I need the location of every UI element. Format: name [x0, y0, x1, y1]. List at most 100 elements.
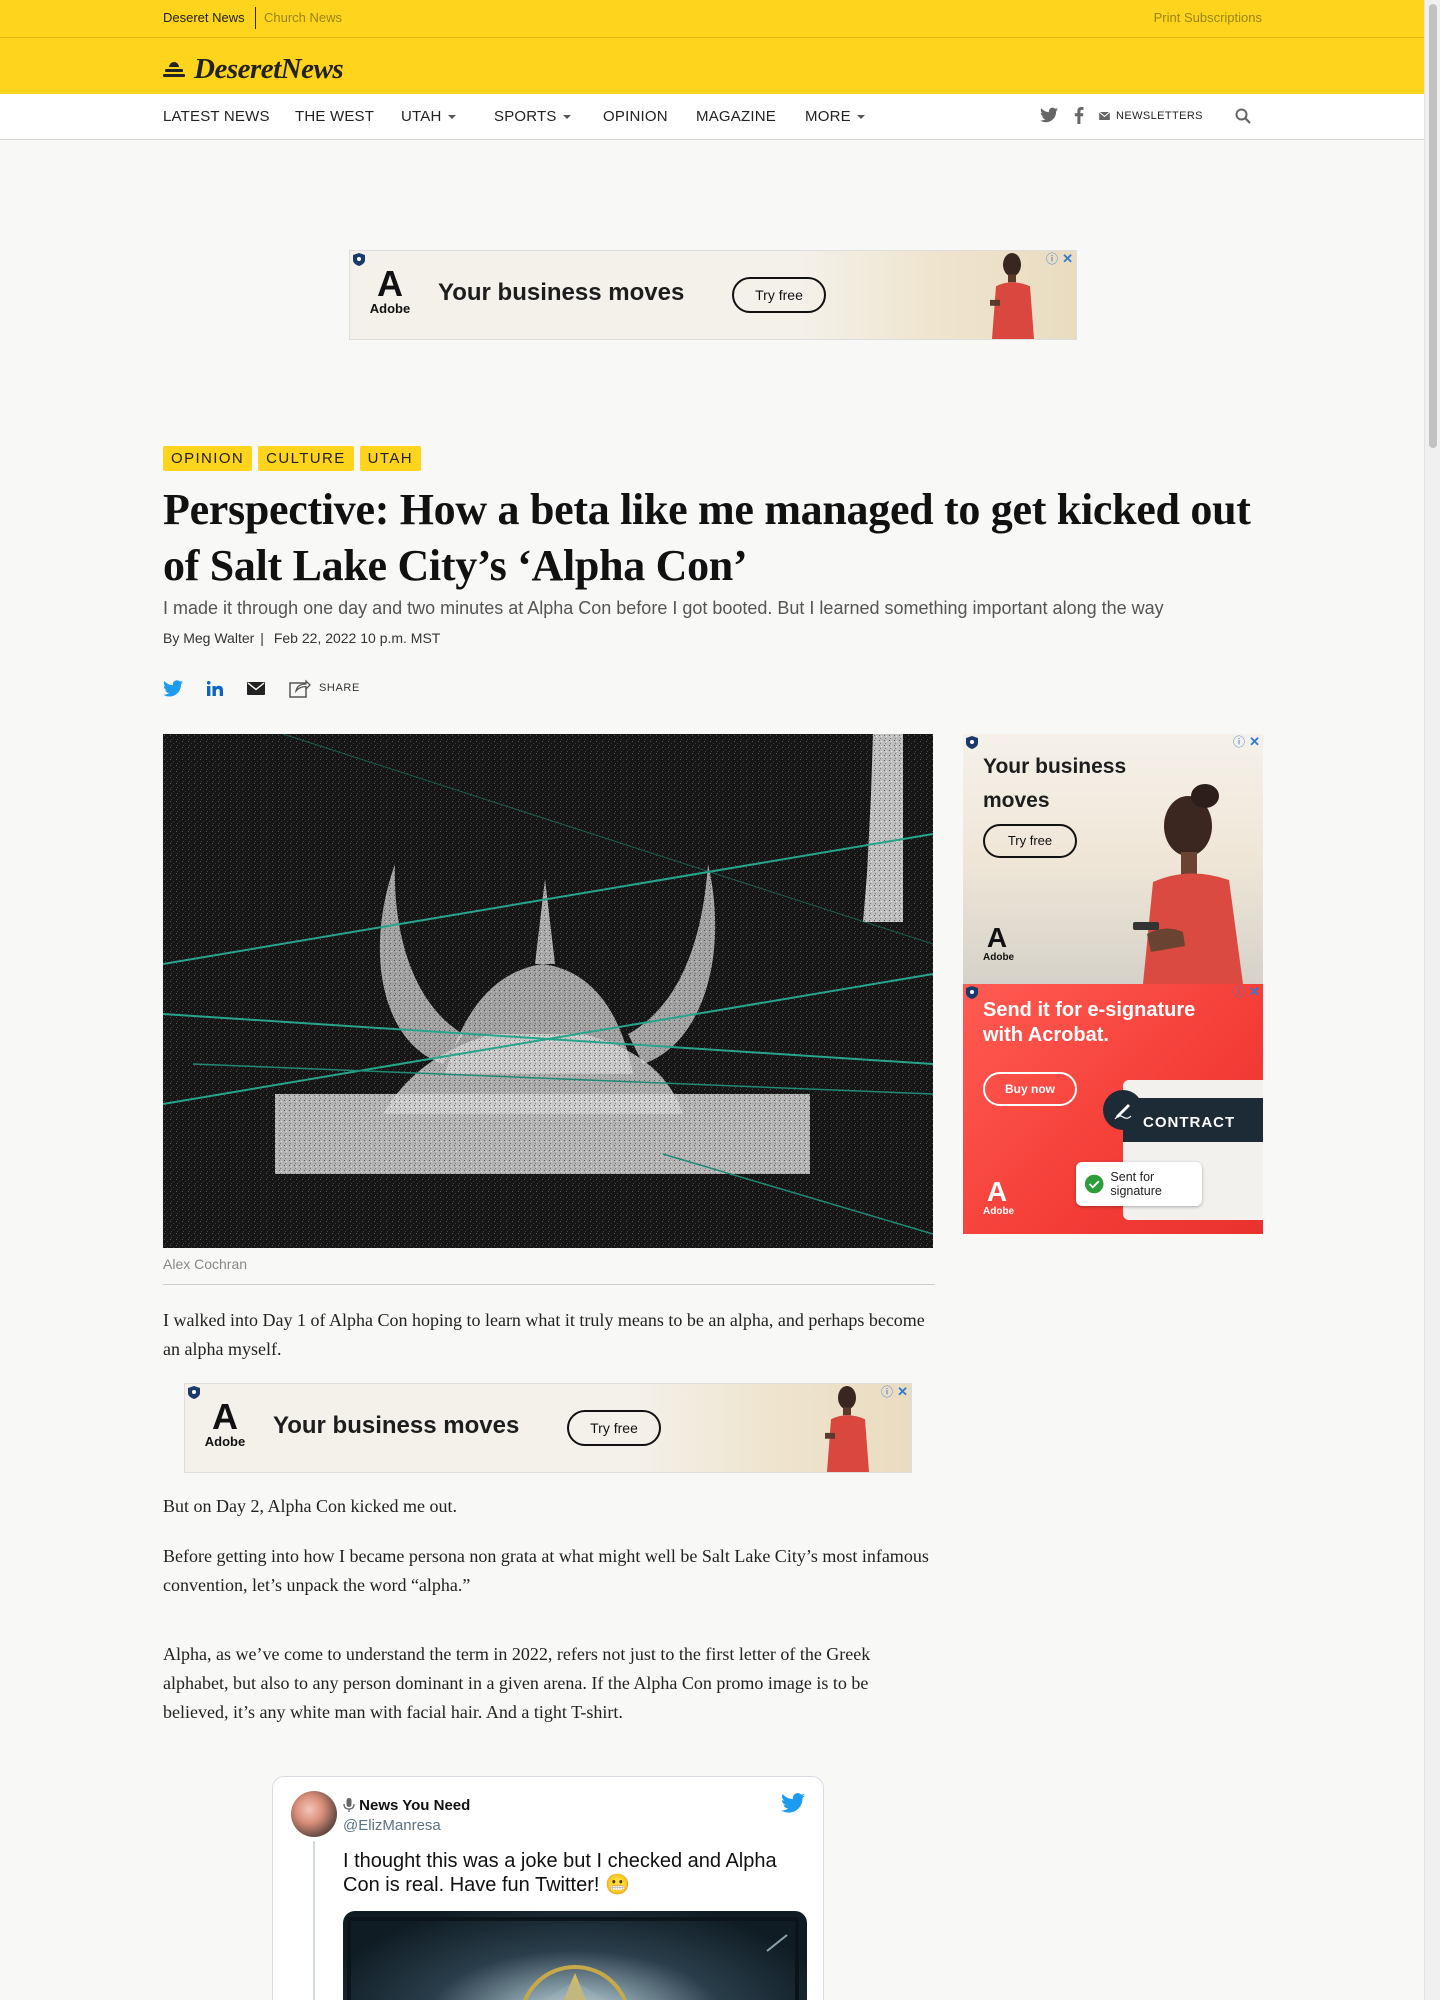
article-dek: I made it through one day and two minute…	[163, 598, 1164, 618]
share-button[interactable]: SHARE	[289, 678, 360, 698]
tag-opinion[interactable]: OPINION	[163, 446, 253, 471]
byline-prefix: By	[163, 630, 180, 646]
ad-choices-icon[interactable]	[966, 736, 978, 749]
ad-headline: Your business moves	[438, 279, 685, 306]
ad-close-icon[interactable]: ✕	[897, 1385, 908, 1399]
adobe-wordmark: Adobe	[983, 1206, 1015, 1217]
newsletters-label: NEWSLETTERS	[1116, 110, 1203, 122]
ad-choices-icon[interactable]	[353, 253, 365, 266]
share-bar: SHARE	[163, 678, 360, 698]
logo-text: DeseretNews	[194, 53, 344, 85]
ad-person-image	[825, 1385, 869, 1472]
logo-bar: DeseretNews	[0, 38, 1424, 94]
ad-choices-icon[interactable]	[966, 986, 978, 999]
adobe-wordmark: Adobe	[204, 1434, 246, 1449]
viking-helmet-illustration	[163, 734, 933, 1248]
ad-headline-line-2: with Acrobat.	[983, 1024, 1109, 1046]
nav-item-magazine[interactable]: MAGAZINE	[696, 108, 776, 125]
caret-down-icon	[447, 115, 456, 120]
tweet-media-image[interactable]	[343, 1911, 807, 2000]
tag-utah[interactable]: UTAH	[359, 446, 421, 471]
nav-item-label: SPORTS	[494, 108, 557, 125]
author-link[interactable]: Meg Walter	[183, 630, 254, 646]
facebook-icon[interactable]	[1074, 107, 1084, 129]
sidebar-ad-1[interactable]: ⓘ ✕ Your business moves Try free A Adobe	[963, 734, 1263, 984]
adobe-logo: A Adobe	[369, 263, 411, 317]
ad-try-free-button[interactable]: Try free	[983, 824, 1077, 858]
site-logo[interactable]: DeseretNews	[163, 53, 344, 86]
twitter-icon[interactable]	[1040, 107, 1058, 128]
leaderboard-ad[interactable]: ⓘ ✕ A Adobe Your business moves Try free	[349, 250, 1077, 340]
sidebar-ad-2[interactable]: ⓘ ✕ Send it for e-signature with Acrobat…	[963, 984, 1263, 1234]
share-linkedin-icon[interactable]	[207, 680, 223, 696]
print-subscriptions-link[interactable]: Print Subscriptions	[1154, 10, 1262, 25]
ad-headline-line-2: moves	[983, 789, 1050, 812]
thread-line	[313, 1841, 315, 2000]
share-email-icon[interactable]	[247, 681, 265, 695]
adobe-logo: A Adobe	[983, 922, 1015, 964]
adobe-logo: A Adobe	[983, 1176, 1015, 1218]
ad-try-free-button[interactable]: Try free	[732, 277, 826, 313]
adobe-wordmark: Adobe	[983, 952, 1015, 963]
ad-choices-icon[interactable]	[188, 1386, 200, 1399]
nav-item-utah[interactable]: UTAH	[401, 108, 456, 125]
ad-close-icon[interactable]: ✕	[1249, 735, 1260, 749]
nav-item-the-west[interactable]: THE WEST	[295, 108, 374, 125]
nav-item-opinion[interactable]: OPINION	[603, 108, 668, 125]
ad-toast: Sent for signature	[1076, 1162, 1202, 1206]
embedded-tweet[interactable]: News You Need @ElizManresa I thought thi…	[272, 1776, 824, 2000]
caret-down-icon	[562, 115, 571, 120]
main-nav: LATEST NEWS THE WEST UTAH SPORTS OPINION…	[0, 94, 1424, 140]
ad-info-icon[interactable]: ⓘ	[1233, 735, 1245, 749]
check-icon	[1084, 1174, 1104, 1194]
mail-icon	[1099, 112, 1110, 120]
hero-image[interactable]	[163, 734, 933, 1248]
nav-item-more[interactable]: MORE	[805, 108, 865, 125]
share-twitter-icon[interactable]	[163, 679, 183, 697]
ad-person-image	[1133, 784, 1243, 984]
twitter-bird-icon[interactable]	[781, 1793, 805, 1818]
ad-close-icon[interactable]: ✕	[1249, 985, 1260, 999]
divider	[163, 1284, 935, 1285]
nav-item-sports[interactable]: SPORTS	[494, 108, 571, 125]
article-paragraph: I walked into Day 1 of Alpha Con hoping …	[163, 1310, 925, 1359]
avatar[interactable]	[291, 1791, 337, 1837]
article-paragraph: But on Day 2, Alpha Con kicked me out.	[163, 1496, 457, 1516]
caret-down-icon	[856, 115, 865, 120]
nav-item-label: UTAH	[401, 108, 442, 125]
deseret-news-link[interactable]: Deseret News	[163, 10, 245, 25]
share-icon	[289, 679, 311, 698]
tweet-author-name[interactable]: News You Need	[343, 1797, 470, 1814]
adobe-logo: A Adobe	[204, 1396, 246, 1450]
tweet-handle[interactable]: @ElizManresa	[343, 1817, 441, 1834]
ad-close-icon[interactable]: ✕	[1062, 252, 1073, 266]
ad-headline-line-1: Send it for e-signature	[983, 999, 1196, 1021]
beehive-icon	[163, 60, 185, 80]
image-credit: Alex Cochran	[163, 1256, 248, 1272]
tag-culture[interactable]: CULTURE	[258, 446, 354, 471]
nav-item-latest-news[interactable]: LATEST NEWS	[163, 108, 270, 125]
ad-try-free-button[interactable]: Try free	[567, 1410, 661, 1446]
tweet-author-label: News You Need	[359, 1797, 471, 1814]
newsletters-link[interactable]: NEWSLETTERS	[1099, 110, 1203, 122]
ad-headline: Your business moves	[273, 1412, 520, 1439]
signature-pen-icon	[1103, 1090, 1143, 1130]
church-news-link[interactable]: Church News	[264, 10, 342, 25]
ad-contract-label: CONTRACT	[1143, 1114, 1236, 1131]
ad-toast-text: Sent for signature	[1110, 1170, 1162, 1198]
article-tags: OPINION CULTURE UTAH	[163, 446, 421, 471]
scrollbar-thumb[interactable]	[1429, 4, 1437, 448]
adobe-wordmark: Adobe	[369, 301, 411, 316]
vertical-scrollbar[interactable]	[1424, 0, 1440, 2000]
stage-image	[347, 1917, 799, 2000]
nav-item-label: MORE	[805, 108, 851, 125]
search-icon[interactable]	[1235, 108, 1251, 129]
tweet-text: I thought this was a joke but I checked …	[343, 1850, 777, 1896]
top-utility-bar: Deseret News Church News Print Subscript…	[0, 0, 1424, 38]
inline-ad[interactable]: ⓘ ✕ A Adobe Your business moves Try free	[184, 1383, 912, 1473]
article-byline: By Meg Walter | Feb 22, 2022 10 p.m. MST	[163, 630, 441, 646]
article-paragraph: Before getting into how I became persona…	[163, 1546, 929, 1595]
ad-info-icon[interactable]: ⓘ	[1233, 985, 1245, 999]
ad-buy-now-button[interactable]: Buy now	[983, 1072, 1077, 1106]
publish-date: Feb 22, 2022 10 p.m. MST	[273, 630, 441, 646]
